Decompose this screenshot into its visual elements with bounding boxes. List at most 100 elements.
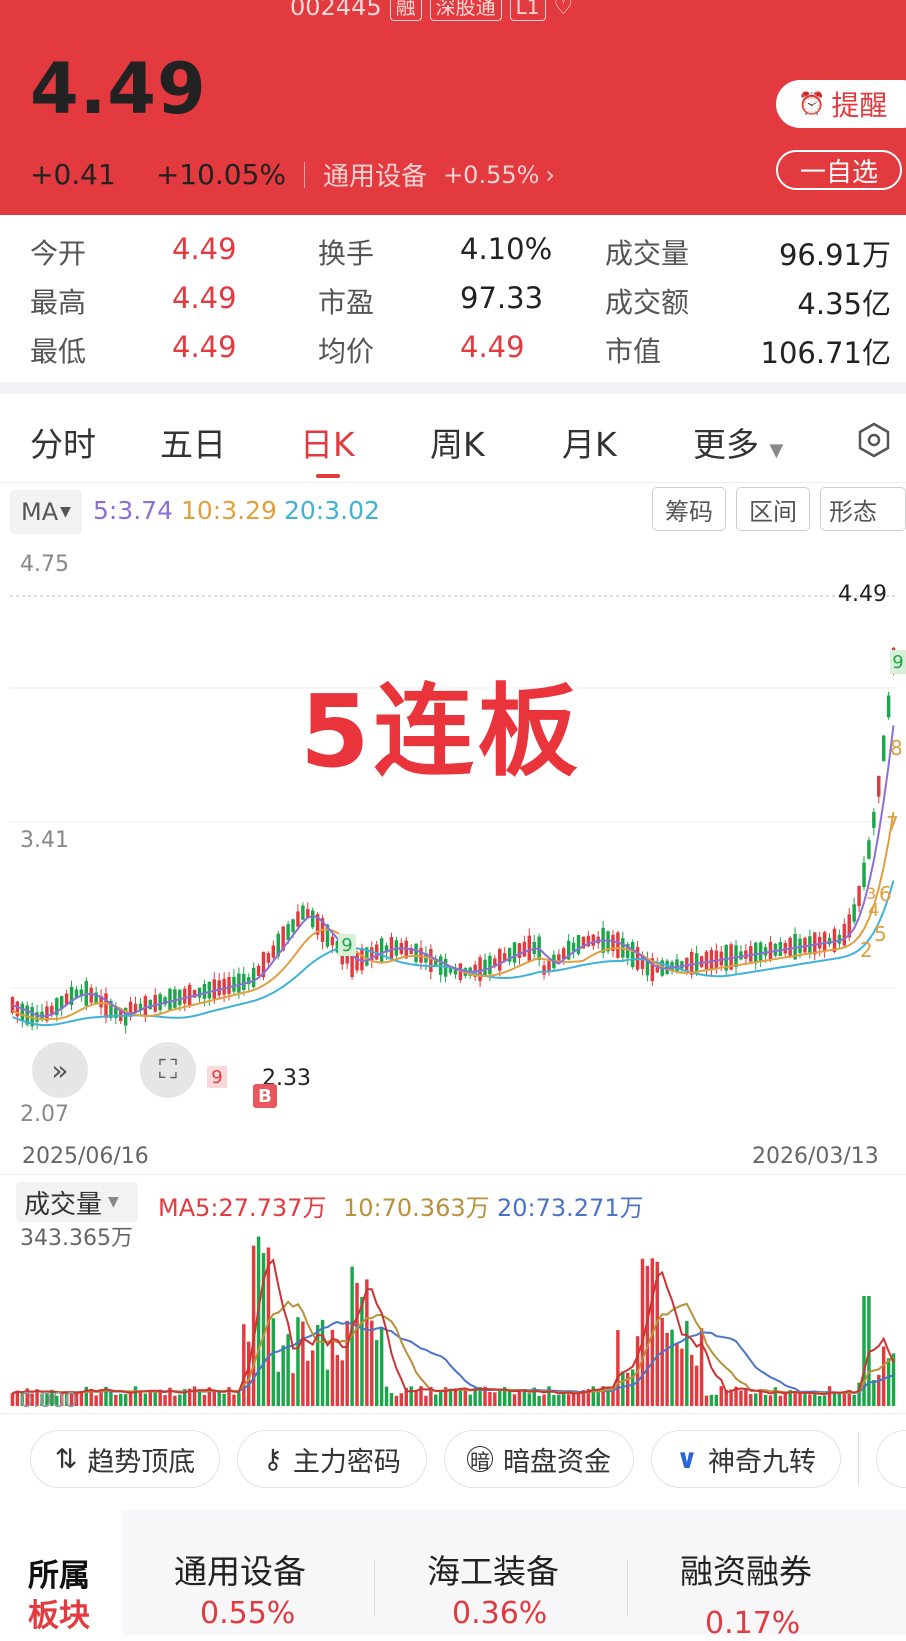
divider xyxy=(304,161,306,188)
pattern-button[interactable]: 形态 xyxy=(820,487,906,531)
main-force-button[interactable]: ⚷ 主力密码 xyxy=(237,1430,427,1488)
volume-bar xyxy=(542,1394,546,1406)
stock-code-row: 002445 融 深股通 L1 ♡ xyxy=(290,0,573,24)
volume-bar xyxy=(434,1394,438,1406)
vol-ma10-line xyxy=(12,1300,895,1395)
volume-bar xyxy=(306,1360,310,1406)
nine-turn-mark: 3 xyxy=(866,884,877,903)
volume-bar xyxy=(881,1346,886,1406)
candle-body xyxy=(153,994,157,1012)
tab-intraday[interactable]: 分时 xyxy=(30,418,96,466)
heart-icon[interactable]: ♡ xyxy=(554,0,574,20)
dark-pool-icon: 暗 xyxy=(467,1446,493,1473)
trend-top-bottom-button[interactable]: ⇅ 趋势顶底 xyxy=(30,1430,220,1488)
volume-bar xyxy=(335,1354,340,1406)
stat-label-turnover: 换手 xyxy=(318,237,375,270)
volume-bar xyxy=(488,1391,492,1406)
active-tab-indicator xyxy=(316,474,340,478)
candle-body xyxy=(478,957,482,982)
volume-bar xyxy=(370,1320,374,1406)
volume-bar xyxy=(463,1388,468,1406)
magic-nine-button[interactable]: ∨ 神奇九转 xyxy=(651,1430,841,1488)
remind-button[interactable]: ⏰ 提醒 xyxy=(776,80,906,128)
volume-bar xyxy=(143,1393,148,1406)
sector-pct-general-equipment: 0.55% xyxy=(200,1596,296,1631)
candle-body xyxy=(237,973,241,993)
volume-bar xyxy=(301,1321,305,1406)
stat-value-pe: 97.33 xyxy=(460,281,544,315)
add-favorite-button[interactable]: 一自选 xyxy=(776,150,902,190)
volume-bar xyxy=(576,1393,581,1406)
volume-bar xyxy=(739,1390,743,1406)
volume-bar xyxy=(458,1388,463,1406)
tab-monthly-k[interactable]: 月K xyxy=(562,418,617,466)
current-price: 4.49 xyxy=(30,48,207,130)
more-tools-icon[interactable] xyxy=(876,1430,906,1488)
tab-more[interactable]: 更多 ▼ xyxy=(693,418,783,466)
volume-bar xyxy=(837,1393,842,1406)
chips-button[interactable]: 筹码 xyxy=(652,487,726,531)
tab-daily-k[interactable]: 日K xyxy=(300,418,355,466)
stat-label-amount: 成交额 xyxy=(605,286,690,319)
main-force-label: 主力密码 xyxy=(292,1446,401,1478)
candle-body xyxy=(429,948,433,972)
dark-pool-button[interactable]: 暗 暗盘资金 xyxy=(444,1430,634,1488)
trend-top-bottom-label: 趋势顶底 xyxy=(87,1446,196,1478)
candle-body xyxy=(183,988,187,1004)
stat-value-mcap: 106.71亿 xyxy=(760,336,891,370)
volume-bar xyxy=(675,1343,679,1406)
sector-name-margin[interactable]: 融资融券 xyxy=(680,1545,812,1593)
sector-name-general-equipment[interactable]: 通用设备 xyxy=(174,1545,306,1593)
candle-body xyxy=(168,988,172,1011)
candle-body xyxy=(739,951,743,960)
candle-body xyxy=(803,937,807,953)
candle-body xyxy=(813,932,817,955)
stat-label-pe: 市盈 xyxy=(318,286,375,319)
volume-bars-group xyxy=(10,1236,896,1406)
volume-chart[interactable] xyxy=(0,1216,906,1412)
stat-value-low: 4.49 xyxy=(172,330,237,364)
volume-bar xyxy=(817,1395,822,1406)
sector-link[interactable]: 通用设备 xyxy=(323,156,427,193)
candle-body xyxy=(714,950,719,969)
volume-bar xyxy=(178,1394,182,1406)
ma-selector[interactable]: MA ▼ xyxy=(10,490,82,534)
tab-weekly-k[interactable]: 周K xyxy=(430,418,485,466)
sector-name-offshore[interactable]: 海工装备 xyxy=(427,1545,559,1593)
candle-body xyxy=(414,943,418,963)
fullscreen-icon[interactable]: ⛶ xyxy=(140,1042,196,1098)
candle-body xyxy=(301,905,305,920)
caret-down-icon: ▼ xyxy=(769,440,784,461)
remind-label: 提醒 xyxy=(831,89,888,122)
tab-five-day[interactable]: 五日 xyxy=(160,418,226,466)
volume-bar xyxy=(296,1317,300,1406)
chevron-right-icon[interactable]: › xyxy=(545,161,555,189)
candle-body xyxy=(207,981,212,999)
volume-bar xyxy=(438,1390,443,1406)
stat-label-avg: 均价 xyxy=(318,335,375,368)
expand-icon[interactable]: » xyxy=(32,1042,88,1098)
stat-label-open: 今开 xyxy=(30,237,87,270)
volume-bar xyxy=(320,1319,325,1406)
settings-icon[interactable] xyxy=(856,422,892,462)
magic-nine-label: 神奇九转 xyxy=(707,1446,816,1478)
nine-turn-mark: 2 xyxy=(860,938,873,962)
volume-bar xyxy=(379,1326,384,1406)
candle-body xyxy=(197,987,202,998)
volume-bar xyxy=(557,1394,561,1406)
kline-chart[interactable] xyxy=(0,540,906,1140)
volume-bar xyxy=(616,1330,620,1406)
volume-bar xyxy=(389,1393,394,1406)
vol-ma20-line xyxy=(12,1320,894,1395)
volume-bar xyxy=(749,1394,753,1406)
volume-bar xyxy=(94,1395,98,1406)
volume-bar xyxy=(517,1390,522,1406)
volume-bar xyxy=(685,1320,689,1406)
candle-body xyxy=(158,994,162,1011)
bell-icon: ⏰ xyxy=(798,91,826,117)
buy-badge[interactable]: B xyxy=(253,1084,277,1108)
volume-bar xyxy=(276,1371,280,1406)
range-button[interactable]: 区间 xyxy=(736,487,810,531)
nine-turn-mark: 7 xyxy=(886,812,899,836)
volume-bar xyxy=(340,1360,344,1406)
